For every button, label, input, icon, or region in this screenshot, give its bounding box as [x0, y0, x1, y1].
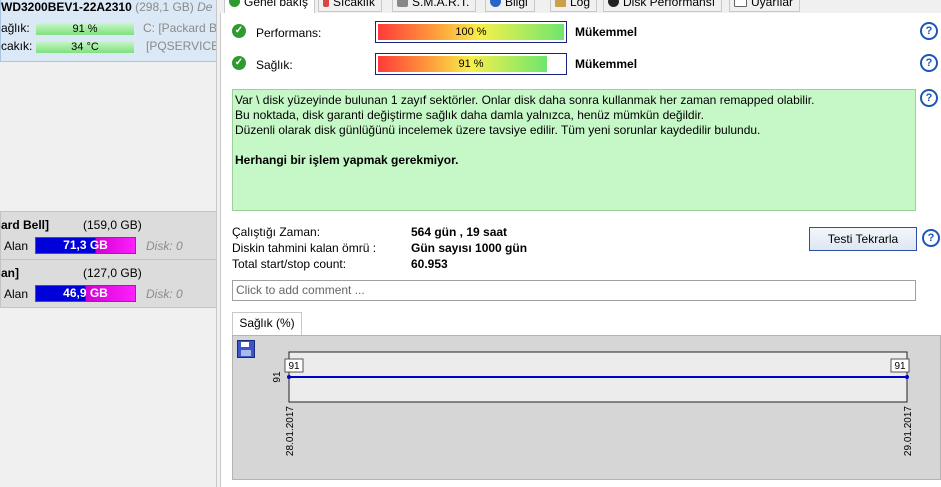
chart-canvas: 91 91 91 28.01.2017 29.01.2017 — [272, 351, 914, 456]
overview-panel: ✓ Performans: 100 % Mükemmel ? ✓ Sağlık:… — [220, 13, 941, 487]
health-status: Mükemmel — [575, 57, 638, 71]
help-icon[interactable]: ? — [920, 22, 938, 40]
tab-warnings[interactable]: Uyarılar — [729, 0, 801, 12]
drive-model: WD3200BEV1-22A2310 — [1, 0, 132, 14]
drive-size: (298,1 GB) — [135, 0, 194, 14]
disk-label: Disk: — [146, 287, 173, 301]
partition-size: (127,0 GB) — [83, 266, 142, 280]
data-point — [287, 375, 291, 379]
drive-title-tail: De — [197, 0, 213, 14]
health-gauge: 91 % — [375, 53, 567, 75]
info-icon — [490, 0, 501, 7]
temperature-mini-bar: 34 °C — [36, 41, 134, 53]
lifetime-label: Diskin tahmini kalan ömrü : — [232, 241, 377, 255]
health-row-drive: C: [Packard Be — [143, 21, 217, 35]
partition-size: (159,0 GB) — [83, 218, 142, 232]
performance-status: Mükemmel — [575, 25, 638, 39]
data-point — [905, 375, 909, 379]
retest-button[interactable]: Testi Tekrarla — [809, 227, 917, 251]
free-space-bar: 46,9 GB — [35, 285, 136, 302]
message-line: Düzenli olarak disk günlüğünü incelemek … — [235, 123, 761, 137]
thermometer-icon — [323, 0, 329, 7]
message-recommendation: Herhangi bir işlem yapmak gerekmiyor. — [235, 153, 459, 167]
partition-item[interactable]: ard Bell] (159,0 GB) Alan 71,3 GB Disk: … — [0, 211, 216, 260]
comment-field[interactable]: Click to add comment ... — [232, 280, 916, 301]
message-line: Var \ disk yüzeyinde bulunan 1 zayıf sek… — [235, 93, 815, 107]
drive-list-panel: WD3200BEV1-22A2310 (298,1 GB) De ağlık: … — [0, 0, 217, 487]
performance-gauge: 100 % — [375, 21, 567, 43]
tab-log[interactable]: Log — [550, 0, 598, 12]
free-space-bar: 71,3 GB — [35, 237, 136, 254]
message-line: Bu noktada, disk garanti değiştirme sağl… — [235, 108, 704, 122]
x-tick-label: 29.01.2017 — [903, 406, 914, 456]
tab-label: Disk Performansı — [623, 0, 716, 9]
tab-label: Genel bakış — [244, 0, 309, 9]
speedometer-icon — [608, 0, 619, 7]
disk-value: 0 — [176, 239, 183, 253]
performance-label: Performans: — [256, 26, 322, 40]
free-space-label: Alan — [4, 287, 29, 301]
partition-item[interactable]: an] (127,0 GB) Alan 46,9 GB Disk: 0 — [0, 259, 216, 308]
running-time-value: 564 gün , 19 saat — [411, 225, 508, 239]
free-space-unit: GB — [89, 238, 108, 252]
drive-item-selected[interactable]: WD3200BEV1-22A2310 (298,1 GB) De ağlık: … — [0, 0, 217, 62]
free-space-unit: GB — [89, 286, 108, 300]
check-icon: ✓ — [232, 56, 246, 70]
data-label: 91 — [288, 361, 300, 372]
chart-tab-health[interactable]: Sağlık (%) — [232, 312, 302, 335]
disk-value: 0 — [176, 287, 183, 301]
partition-name: an] — [1, 266, 19, 280]
free-space-value: 46,9 — [63, 286, 87, 300]
temp-row-drive: [PQSERVICE], — [146, 39, 216, 53]
disk-number: Disk: 0 — [146, 287, 183, 301]
tab-smart[interactable]: S.M.A.R.T. — [392, 0, 477, 12]
document-icon — [734, 0, 747, 7]
tab-label: Bilgi — [505, 0, 528, 9]
data-label: 91 — [894, 361, 906, 372]
chart-tab-label: Sağlık (%) — [239, 316, 295, 330]
tab-label: Log — [570, 0, 591, 9]
health-mini-bar: 91 % — [36, 23, 134, 35]
tab-label: Uyarılar — [751, 0, 794, 9]
help-icon[interactable]: ? — [922, 229, 940, 247]
health-chart: 91 91 91 28.01.2017 29.01.2017 — [232, 335, 941, 480]
running-time-label: Çalıştığı Zaman: — [232, 225, 321, 239]
start-stop-value: 60.953 — [411, 257, 448, 271]
tab-overview[interactable]: Genel bakış — [224, 0, 316, 13]
help-icon[interactable]: ? — [920, 54, 938, 72]
health-row-label: ağlık: — [1, 21, 30, 35]
free-space-value: 71,3 — [63, 238, 87, 252]
disk-label: Disk: — [146, 239, 173, 253]
health-message-box: Var \ disk yüzeyinde bulunan 1 zayıf sek… — [232, 89, 916, 211]
health-label: Sağlık: — [256, 58, 293, 72]
free-space-label: Alan — [4, 239, 29, 253]
partition-name: ard Bell] — [1, 218, 50, 232]
tab-label: Sıcaklık — [333, 0, 376, 9]
x-tick-label: 28.01.2017 — [285, 406, 296, 456]
y-tick-label: 91 — [272, 371, 283, 383]
help-icon[interactable]: ? — [920, 89, 938, 107]
temp-row-label: cakık: — [1, 39, 33, 53]
tab-label: S.M.A.R.T. — [412, 0, 470, 9]
tab-info[interactable]: Bilgi — [485, 0, 535, 12]
log-icon — [555, 0, 566, 7]
disk-number: Disk: 0 — [146, 239, 183, 253]
check-icon: ✓ — [232, 24, 246, 38]
drive-header: WD3200BEV1-22A2310 (298,1 GB) De — [1, 0, 216, 14]
start-stop-label: Total start/stop count: — [232, 257, 347, 271]
health-percent: 91 % — [458, 58, 484, 70]
check-icon — [229, 0, 240, 7]
lifetime-value: Gün sayısı 1000 gün — [411, 241, 528, 255]
tab-temperature[interactable]: Sıcaklık — [318, 0, 383, 12]
performance-percent: 100 % — [455, 26, 487, 38]
tab-disk-performance[interactable]: Disk Performansı — [603, 0, 723, 12]
disk-icon — [397, 0, 408, 7]
